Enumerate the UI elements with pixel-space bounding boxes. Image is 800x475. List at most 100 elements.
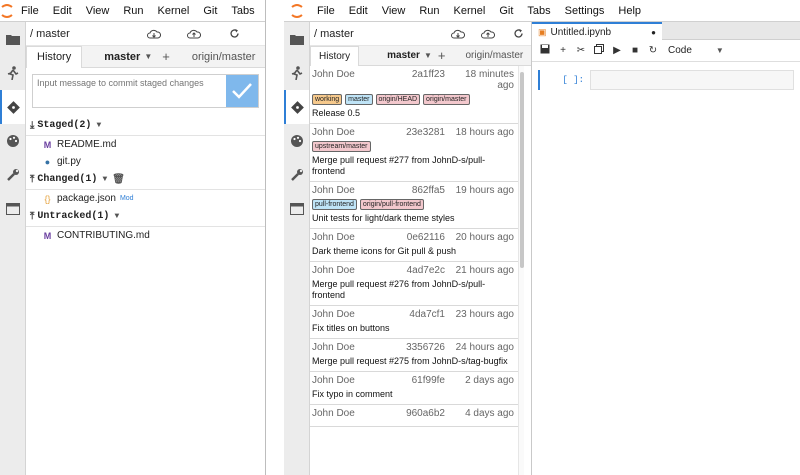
commit-entry[interactable]: John Doe 862ffa5 19 hours ago pull-frontend… (310, 182, 518, 229)
stage-all-icon[interactable]: ⤒ (30, 174, 34, 186)
commit-entry[interactable]: John Doe 61f99fe 2 days ago Fix typo in com… (310, 372, 518, 405)
pull-icon[interactable] (145, 29, 163, 39)
chevron-down-icon[interactable]: ▼ (424, 51, 432, 60)
git-icon[interactable] (284, 90, 309, 124)
trash-icon[interactable]: 🗑 (112, 174, 125, 186)
branch-tag: origin/pull-frontend (359, 199, 424, 210)
commit-entry[interactable]: John Doe 4ad7e2c 21 hours ago Merge pull re… (310, 262, 518, 306)
copy-icon[interactable] (590, 44, 608, 57)
menu-tabs[interactable]: Tabs (520, 5, 557, 17)
code-cell[interactable]: [ ]: (538, 70, 794, 90)
running-icon[interactable] (284, 56, 309, 90)
cut-icon[interactable]: ✂ (572, 45, 590, 56)
menu-run[interactable]: Run (412, 5, 446, 17)
commit-entry[interactable]: John Doe 960a6b2 4 days ago (310, 405, 518, 427)
staged-file-row[interactable]: M README.md (26, 136, 265, 153)
menu-file[interactable]: File (310, 5, 342, 17)
menu-kernel[interactable]: Kernel (151, 5, 197, 17)
push-icon[interactable] (479, 29, 497, 39)
remote-branch: origin/master (191, 50, 256, 63)
new-branch-plus-icon[interactable]: + (162, 49, 170, 64)
menu-view[interactable]: View (375, 5, 413, 17)
changed-file-row[interactable]: {} package.json Mod (26, 190, 265, 207)
cell-type-select[interactable]: Code (668, 45, 692, 56)
run-icon[interactable]: ▶ (608, 45, 626, 56)
commit-entry[interactable]: John Doe 3356726 24 hours ago Merge pull re… (310, 339, 518, 372)
running-icon[interactable] (0, 56, 25, 90)
commit-sha: 2a1ff23 (411, 69, 445, 80)
unstage-all-icon[interactable]: ⤓ (30, 120, 34, 132)
branch-selector[interactable]: master (387, 50, 420, 61)
chevron-down-icon[interactable]: ▼ (144, 52, 152, 61)
checkmark-icon (232, 83, 252, 99)
chevron-down-icon[interactable]: ▼ (114, 212, 119, 221)
menu-bar: File Edit View Run Kernel Git Tabs Se (0, 0, 265, 22)
unsaved-dot-icon[interactable]: ● (651, 28, 656, 37)
menu-git[interactable]: Git (492, 5, 520, 17)
menu-edit[interactable]: Edit (342, 5, 375, 17)
wrench-icon[interactable] (0, 158, 25, 192)
menu-edit[interactable]: Edit (46, 5, 79, 17)
menu-kernel[interactable]: Kernel (447, 5, 493, 17)
commit-message: Merge pull request #277 from JohnD-s/pul… (312, 155, 486, 176)
commit-entry[interactable]: John Doe 0e62116 20 hours ago Dark theme ic… (310, 229, 518, 262)
add-cell-icon[interactable]: + (554, 45, 572, 56)
stop-icon[interactable]: ■ (626, 45, 644, 56)
git-icon[interactable] (0, 90, 25, 124)
commit-header: John Doe 0e62116 20 hours ago (312, 232, 514, 243)
save-icon[interactable] (536, 44, 554, 57)
untracked-section-header[interactable]: ⤒ Untracked(1) ▼ (26, 207, 265, 227)
folder-icon[interactable] (284, 22, 309, 56)
menu-view[interactable]: View (79, 5, 117, 17)
commit-button[interactable] (226, 75, 258, 107)
restart-icon[interactable]: ↻ (644, 45, 662, 56)
staged-section-header[interactable]: ⤓ Staged(2) ▼ (26, 116, 265, 136)
chevron-down-icon[interactable]: ▼ (716, 46, 724, 55)
left-sidebar (284, 22, 310, 475)
commit-entry[interactable]: John Doe 2a1ff23 18 minutes ago working mast… (310, 66, 518, 124)
push-icon[interactable] (185, 29, 203, 39)
folder-icon[interactable] (0, 22, 25, 56)
refresh-icon[interactable] (225, 28, 243, 39)
chevron-down-icon[interactable]: ▼ (102, 175, 107, 184)
wrench-icon[interactable] (284, 158, 309, 192)
untracked-file-row[interactable]: M CONTRIBUTING.md (26, 227, 265, 244)
tab-history[interactable]: History (310, 45, 360, 66)
commit-message: Fix titles on buttons (312, 323, 390, 333)
commit-time: 23 hours ago (455, 309, 514, 320)
history-scrollbar[interactable] (518, 66, 524, 475)
stage-all-icon[interactable]: ⤒ (30, 211, 34, 223)
refresh-icon[interactable] (509, 28, 527, 39)
commit-sha: 862ffa5 (411, 185, 445, 196)
commit-entry[interactable]: John Doe 23e3281 18 hours ago upstream/mast… (310, 124, 518, 182)
chevron-down-icon[interactable]: ▼ (96, 121, 101, 130)
menu-git[interactable]: Git (196, 5, 224, 17)
tab-history[interactable]: History (26, 45, 83, 68)
pull-icon[interactable] (449, 29, 467, 39)
commit-message-input[interactable] (33, 75, 223, 103)
tab-untitled-notebook[interactable]: ▣ Untitled.ipynb ● (532, 22, 662, 40)
tabs-icon[interactable] (284, 192, 309, 226)
menu-file[interactable]: File (14, 5, 46, 17)
remote-branch: origin/master (465, 50, 524, 61)
palette-icon[interactable] (0, 124, 25, 158)
palette-icon[interactable] (284, 124, 309, 158)
menu-tabs[interactable]: Tabs (224, 5, 261, 17)
staged-file-row[interactable]: ● git.py (26, 153, 265, 170)
new-branch-plus-icon[interactable]: + (438, 48, 446, 63)
menu-settings-truncated[interactable]: Se (262, 5, 265, 17)
tabs-icon[interactable] (0, 192, 25, 226)
menu-settings[interactable]: Settings (558, 5, 612, 17)
commit-sha: 61f99fe (411, 375, 445, 386)
changed-section-header[interactable]: ⤒ Changed(1) ▼ 🗑 (26, 170, 265, 190)
branch-selector[interactable]: master (104, 51, 140, 63)
menu-run[interactable]: Run (116, 5, 150, 17)
branch-tag: origin/master (423, 94, 470, 105)
commit-entry[interactable]: John Doe 4da7cf1 23 hours ago Fix titles on… (310, 306, 518, 339)
cell-editor[interactable] (590, 70, 794, 90)
commit-header: John Doe 23e3281 18 hours ago (312, 127, 514, 138)
commit-message: Fix typo in comment (312, 389, 393, 399)
menu-help[interactable]: Help (611, 5, 648, 17)
commit-time: 19 hours ago (455, 185, 514, 196)
scrollbar-thumb[interactable] (520, 72, 524, 268)
